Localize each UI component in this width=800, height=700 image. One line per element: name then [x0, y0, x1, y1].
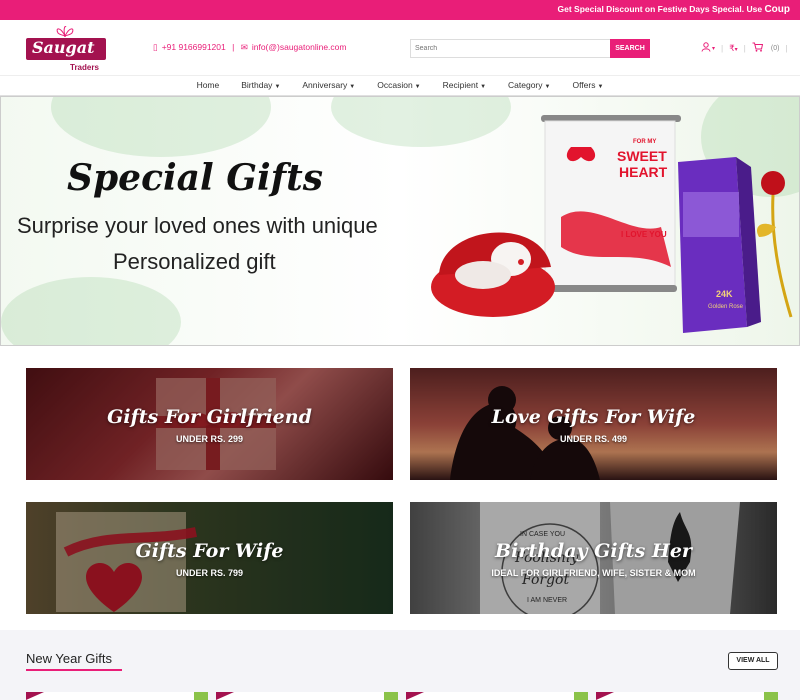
section-underline — [26, 669, 122, 671]
section-title: New Year Gifts — [26, 651, 112, 666]
product-card[interactable] — [406, 692, 588, 700]
rose-box-pattern — [683, 192, 739, 237]
product-card[interactable] — [596, 692, 778, 700]
new-year-section: New Year Gifts VIEW ALL — [0, 630, 800, 700]
cart-count: (0) — [770, 44, 780, 52]
ribbon-badge — [596, 692, 614, 700]
promo-code: Coup — [764, 4, 790, 15]
phone-icon: ▯ — [153, 42, 158, 52]
site-header: Saugat Traders ▯ +91 9166991201 | ✉ info(@… — [0, 20, 800, 76]
tile-subtitle: IDEAL FOR GIRLFRIEND, WIFE, SISTER & MOM — [491, 568, 696, 578]
category-tile-birthday-her[interactable]: IN CASE YOU Foolishly Forgot I AM NEVER … — [410, 502, 777, 614]
currency-icon[interactable]: ₹▾ — [729, 43, 737, 54]
scroll-paper — [544, 120, 676, 292]
mail-icon: ✉ — [240, 42, 248, 52]
nav-label: Recipient — [442, 80, 479, 90]
wishlist-tag — [574, 692, 588, 700]
logo-brand: Saugat — [32, 38, 95, 57]
promo-bar: Get Special Discount on Festive Days Spe… — [0, 0, 800, 20]
contact-separator: | — [232, 42, 235, 52]
nav-label: Birthday — [241, 80, 273, 90]
logo-sub: Traders — [70, 63, 99, 72]
wishlist-tag — [384, 692, 398, 700]
wishlist-tag — [764, 692, 778, 700]
box-sub-text: Golden Rose — [708, 304, 744, 310]
category-tile-girlfriend[interactable]: Gifts For Girlfriend UNDER RS. 299 — [26, 368, 393, 480]
nav-item-home[interactable]: Home — [186, 76, 231, 95]
hero-banner[interactable]: Special Gifts Surprise your loved ones w… — [0, 96, 800, 346]
category-tile-wife[interactable]: Gifts For Wife UNDER RS. 799 — [26, 502, 393, 614]
gift-products-illustration: FOR MY SWEET HEART I LOVE YOU 24K Golden… — [431, 115, 793, 333]
nav-label: Anniversary — [302, 80, 348, 90]
gift-bow-icon — [56, 26, 74, 38]
scroll-rod — [545, 285, 677, 292]
promo-marquee: Get Special Discount on Festive Days Spe… — [558, 4, 790, 15]
user-chevron-down-icon: ▾ — [712, 45, 716, 52]
site-logo[interactable]: Saugat Traders — [26, 24, 106, 72]
divider: | — [721, 43, 724, 53]
user-icon[interactable] — [701, 42, 711, 54]
phone-number[interactable]: +91 9166991201 — [162, 42, 226, 52]
nav-item-recipient[interactable]: Recipient ▼ — [432, 76, 497, 95]
caret-down-icon: ▼ — [349, 84, 356, 90]
ribbon-badge — [26, 692, 44, 700]
divider: | — [785, 43, 788, 53]
box-text: 24K — [716, 289, 733, 299]
teddy-body — [455, 261, 511, 289]
view-all-button[interactable]: VIEW ALL — [728, 652, 778, 670]
nav-label: Offers — [572, 80, 596, 90]
caret-down-icon: ▼ — [480, 84, 487, 90]
contact-info: ▯ +91 9166991201 | ✉ info(@)saugatonline.c… — [153, 42, 350, 53]
ribbon-badge — [216, 692, 234, 700]
cart-icon[interactable] — [752, 42, 764, 54]
scroll-love-text: I LOVE YOU — [621, 230, 667, 239]
teddy-nose — [518, 259, 524, 265]
watercolor-blob — [1, 277, 181, 345]
tile-title: Gifts For Wife — [135, 540, 284, 562]
banner-tagline: Surprise your loved ones with unique — [17, 213, 378, 238]
nav-item-offers[interactable]: Offers ▼ — [561, 76, 614, 95]
banner-title: Special Gifts — [67, 157, 324, 199]
header-icons: ▾ | ₹▾ | (0) | — [701, 42, 788, 54]
ribbon-badge — [406, 692, 424, 700]
product-card[interactable] — [216, 692, 398, 700]
nav-item-anniversary[interactable]: Anniversary ▼ — [291, 76, 366, 95]
nav-label: Home — [196, 80, 220, 90]
caret-down-icon: ▼ — [544, 84, 551, 90]
category-tile-love-wife[interactable]: Love Gifts For Wife UNDER RS. 499 — [410, 368, 777, 480]
watercolor-blob — [51, 97, 271, 157]
tile-title: Gifts For Girlfriend — [107, 406, 312, 428]
scroll-top-text: FOR MY — [633, 139, 656, 145]
golden-rose-bloom — [761, 171, 785, 195]
caret-down-icon: ▼ — [414, 84, 421, 90]
caret-down-icon: ▼ — [597, 84, 604, 90]
nav-label: Category — [508, 80, 543, 90]
banner-tagline-2: Personalized gift — [113, 249, 276, 274]
caret-down-icon: ▼ — [274, 84, 281, 90]
nav-item-occasion[interactable]: Occasion ▼ — [366, 76, 431, 95]
search-input[interactable] — [410, 39, 610, 58]
tile-title: Love Gifts For Wife — [491, 406, 696, 428]
main-nav: Home Birthday ▼ Anniversary ▼ Occasion ▼ Re… — [0, 76, 800, 96]
product-cards — [0, 692, 800, 700]
nav-label: Occasion — [377, 80, 413, 90]
tile-title: Birthday Gifts Her — [495, 540, 692, 562]
nav-item-category[interactable]: Category ▼ — [497, 76, 561, 95]
divider: | — [743, 43, 746, 53]
product-card[interactable] — [26, 692, 208, 700]
scroll-main-text-2: HEART — [619, 164, 668, 180]
nav-item-birthday[interactable]: Birthday ▼ — [230, 76, 291, 95]
email-address[interactable]: info(@)saugatonline.com — [252, 42, 347, 52]
tile-subtitle: UNDER RS. 299 — [175, 434, 244, 444]
tile-subtitle: UNDER RS. 799 — [175, 568, 244, 578]
wishlist-tag — [194, 692, 208, 700]
search-button[interactable]: SEARCH — [610, 39, 650, 58]
tile-subtitle: UNDER RS. 499 — [559, 434, 628, 444]
search-bar: SEARCH — [410, 39, 650, 58]
promo-text: Get Special Discount on Festive Days Spe… — [557, 4, 763, 14]
golden-rose-stem — [771, 194, 793, 318]
scroll-main-text: SWEET — [617, 148, 667, 164]
